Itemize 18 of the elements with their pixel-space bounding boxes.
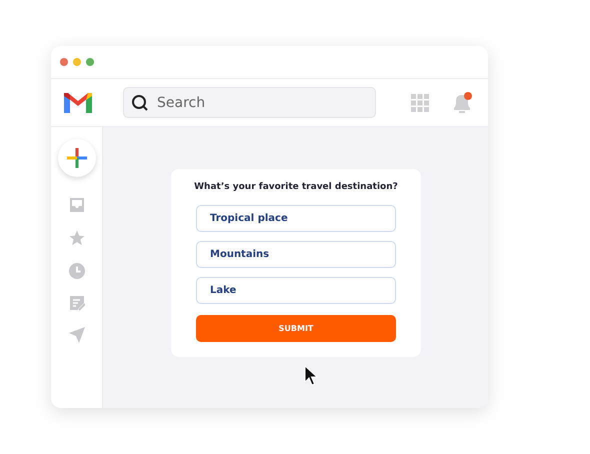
poll-option[interactable]: Mountains (196, 241, 396, 268)
plus-icon (66, 148, 86, 168)
close-dot-icon[interactable] (60, 58, 68, 66)
search-field[interactable]: Search (123, 87, 376, 118)
poll-question: What’s your favorite travel destination? (194, 181, 398, 194)
apps-grid-icon[interactable] (411, 94, 429, 112)
send-icon[interactable] (68, 327, 84, 343)
minimize-dot-icon[interactable] (73, 58, 81, 66)
poll-option[interactable]: Lake (196, 277, 396, 304)
compose-button[interactable] (58, 139, 96, 177)
maximize-dot-icon[interactable] (86, 58, 94, 66)
draft-icon[interactable] (68, 295, 84, 311)
clock-icon[interactable] (68, 263, 84, 279)
poll-option[interactable]: Tropical place (196, 205, 396, 232)
inbox-icon[interactable] (68, 197, 84, 213)
mail-logo-icon[interactable] (64, 92, 92, 112)
mouse-pointer-icon (304, 365, 318, 387)
star-icon[interactable] (68, 229, 86, 247)
